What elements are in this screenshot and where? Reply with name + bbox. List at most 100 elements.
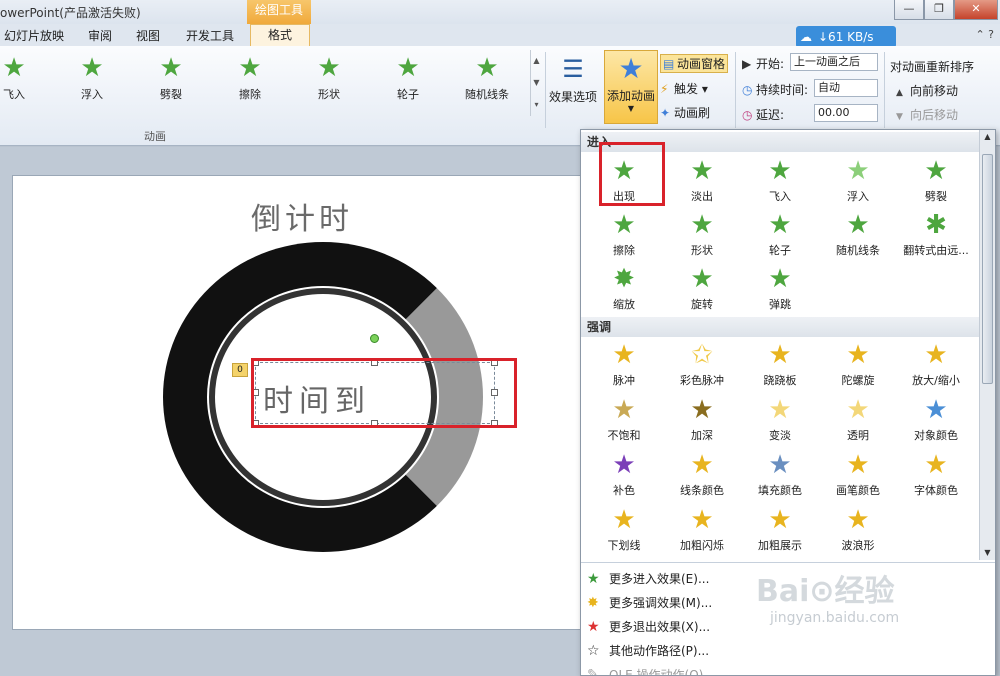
highlight-rect-textbox <box>251 358 517 428</box>
menu-label: 更多强调效果(M)... <box>609 596 713 610</box>
trigger-button[interactable]: ⚡ 触发 ▾ <box>660 80 708 97</box>
star-icon: ✱ <box>925 210 947 240</box>
network-speed-badge: ☁ ↓61 KB/s <box>796 26 896 48</box>
gallery-item-flyin[interactable]: ★ 飞入 <box>0 50 44 102</box>
entrance-randombars[interactable]: ★ 随机线条 <box>819 208 897 258</box>
emphasis-colorpulse[interactable]: ✩ 彩色脉冲 <box>663 338 741 388</box>
add-animation-button[interactable]: ★ 添加动画 ▼ <box>604 50 658 124</box>
emphasis-teeter[interactable]: ★ 跷跷板 <box>741 338 819 388</box>
collapse-ribbon-icon[interactable]: ⌃ <box>975 28 984 41</box>
gallery-scroll[interactable]: ▲ ▼ ▾ <box>530 50 542 116</box>
gallery-item-wipe[interactable]: ★ 擦除 <box>220 50 280 102</box>
restore-button[interactable]: ❐ <box>924 0 954 20</box>
entrance-flyin[interactable]: ★ 飞入 <box>741 154 819 204</box>
emphasis-brushcolor[interactable]: ★ 画笔颜色 <box>819 448 897 498</box>
scroll-down-icon[interactable]: ▼ <box>531 72 542 94</box>
scroll-thumb[interactable] <box>982 154 993 384</box>
slide-title[interactable]: 倒计时 <box>251 194 353 238</box>
entrance-swivel[interactable]: ★ 旋转 <box>663 262 741 312</box>
star-icon: ★ <box>238 53 262 83</box>
duration-text: 持续时间: <box>756 83 809 97</box>
tab-format[interactable]: 格式 <box>250 24 310 46</box>
emphasis-fontcolor[interactable]: ★ 字体颜色 <box>897 448 975 498</box>
gallery-item-randombars[interactable]: ★ 随机线条 <box>457 50 517 102</box>
more-emphasis-effects[interactable]: ✸ 更多强调效果(M)... <box>587 594 712 611</box>
delay-input[interactable]: 00.00 <box>814 104 878 122</box>
other-motion-paths[interactable]: ☆ 其他动作路径(P)... <box>587 642 709 659</box>
expand-gallery-icon[interactable]: ▾ <box>531 94 542 116</box>
scroll-up-icon[interactable]: ▲ <box>980 130 995 144</box>
emphasis-pulse[interactable]: ★ 脉冲 <box>585 338 663 388</box>
minimize-button[interactable]: — <box>894 0 924 20</box>
emphasis-fillcolor[interactable]: ★ 填充颜色 <box>741 448 819 498</box>
tab-review[interactable]: 审阅 <box>88 27 112 44</box>
move-earlier-button[interactable]: ▲ 向前移动 <box>896 82 958 99</box>
gallery-item-wheel[interactable]: ★ 轮子 <box>378 50 438 102</box>
emphasis-wave[interactable]: ★ 波浪形 <box>819 503 897 553</box>
scroll-up-icon[interactable]: ▲ <box>531 50 542 72</box>
ole-action-verbs[interactable]: ✎ OLE 操作动作(O)... <box>587 666 715 676</box>
emphasis-transparency[interactable]: ★ 透明 <box>819 393 897 443</box>
chevron-down-icon: ▼ <box>627 104 635 113</box>
entrance-growturn[interactable]: ✱ 翻转式由远... <box>897 208 975 258</box>
slide-canvas[interactable]: 倒计时 0 时间到 <box>12 175 587 630</box>
more-exit-effects[interactable]: ★ 更多退出效果(X)... <box>587 618 710 635</box>
help-icon[interactable]: ? <box>988 28 994 41</box>
start-select[interactable]: 上一动画之后 <box>790 53 878 71</box>
entrance-shape[interactable]: ★ 形状 <box>663 208 741 258</box>
menu-label: 更多退出效果(X)... <box>609 620 711 634</box>
entrance-floatin[interactable]: ★ 浮入 <box>819 154 897 204</box>
window-title: owerPoint(产品激活失败) <box>0 6 141 20</box>
effect-label: 缩放 <box>613 298 635 311</box>
speed-text: ↓61 KB/s <box>818 30 874 44</box>
emphasis-spin[interactable]: ★ 陀螺旋 <box>819 338 897 388</box>
move-later-button[interactable]: ▼ 向后移动 <box>896 106 958 123</box>
effect-label: 不饱和 <box>607 429 641 442</box>
start-label: ▶ 开始: <box>742 55 784 72</box>
animation-pane-button[interactable]: ▤ 动画窗格 <box>660 54 729 73</box>
effect-label: 浮入 <box>847 190 869 203</box>
animation-painter-label: 动画刷 <box>674 106 711 120</box>
effect-options-button[interactable]: ☰ 效果选项 <box>548 50 598 105</box>
emphasis-growshrink[interactable]: ★ 放大/缩小 <box>897 338 975 388</box>
tab-slideshow[interactable]: 幻灯片放映 <box>4 27 64 44</box>
gallery-item-split[interactable]: ★ 劈裂 <box>141 50 201 102</box>
entrance-split[interactable]: ★ 劈裂 <box>897 154 975 204</box>
rotate-handle[interactable] <box>370 334 379 343</box>
emphasis-boldflash[interactable]: ★ 加粗闪烁 <box>663 503 741 553</box>
gallery-item-label: 形状 <box>318 88 340 101</box>
animation-painter-button[interactable]: ✦ 动画刷 <box>660 104 710 121</box>
window-controls: — ❐ ✕ <box>894 0 998 20</box>
scroll-down-icon[interactable]: ▼ <box>980 546 995 560</box>
entrance-bounce[interactable]: ★ 弹跳 <box>741 262 819 312</box>
help-icons: ⌃ ? <box>975 28 994 41</box>
star-icon: ★ <box>846 505 870 535</box>
panel-scrollbar[interactable]: ▲ ▼ <box>979 130 995 560</box>
tab-view[interactable]: 视图 <box>136 27 160 44</box>
gallery-item-shape[interactable]: ★ 形状 <box>299 50 359 102</box>
emphasis-desaturate[interactable]: ★ 不饱和 <box>585 393 663 443</box>
emphasis-underline[interactable]: ★ 下划线 <box>585 503 663 553</box>
effect-label: 加粗展示 <box>758 539 802 552</box>
emphasis-boldreveal[interactable]: ★ 加粗展示 <box>741 503 819 553</box>
star-icon: ★ <box>690 210 714 240</box>
emphasis-lighten[interactable]: ★ 变淡 <box>741 393 819 443</box>
drawing-tools-context-tab: 绘图工具 <box>247 0 311 24</box>
emphasis-linecolor[interactable]: ★ 线条颜色 <box>663 448 741 498</box>
entrance-wheel[interactable]: ★ 轮子 <box>741 208 819 258</box>
emphasis-complementary[interactable]: ★ 补色 <box>585 448 663 498</box>
emphasis-darken[interactable]: ★ 加深 <box>663 393 741 443</box>
effect-label: 彩色脉冲 <box>680 374 724 387</box>
tab-developer[interactable]: 开发工具 <box>186 27 234 44</box>
entrance-fade[interactable]: ★ 淡出 <box>663 154 741 204</box>
duration-input[interactable]: 自动 <box>814 79 878 97</box>
close-button[interactable]: ✕ <box>954 0 998 20</box>
emphasis-objectcolor[interactable]: ★ 对象颜色 <box>897 393 975 443</box>
effect-label: 填充颜色 <box>758 484 802 497</box>
title-bar: owerPoint(产品激活失败) 绘图工具 — ❐ ✕ <box>0 0 1000 24</box>
gallery-item-floatin[interactable]: ★ 浮入 <box>62 50 122 102</box>
more-entrance-effects[interactable]: ★ 更多进入效果(E)... <box>587 570 709 587</box>
entrance-wipe[interactable]: ★ 擦除 <box>585 208 663 258</box>
entrance-zoom[interactable]: ✸ 缩放 <box>585 262 663 312</box>
menu-label: OLE 操作动作(O)... <box>609 668 715 676</box>
